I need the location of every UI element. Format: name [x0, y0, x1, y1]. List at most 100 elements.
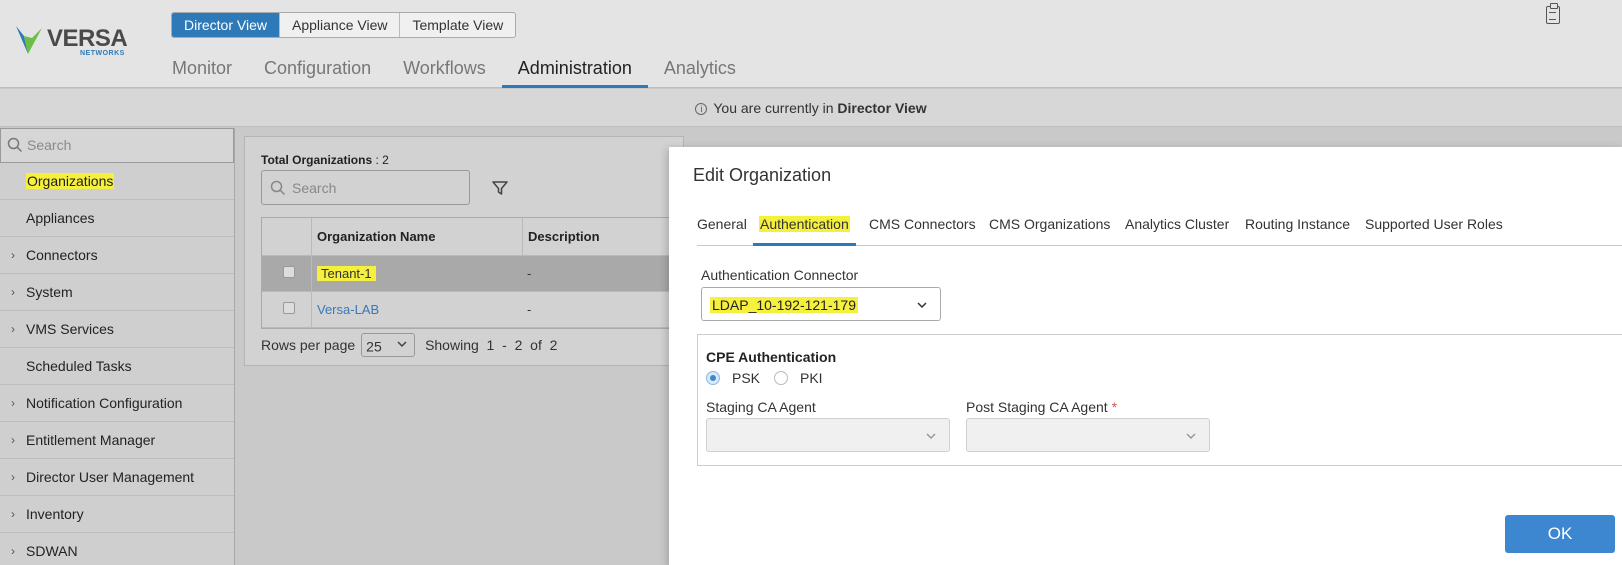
- rows-per-page-select[interactable]: 25: [361, 333, 416, 357]
- table-row[interactable]: Tenant-1 -: [262, 256, 691, 292]
- sidebar-item-inventory[interactable]: › Inventory: [0, 496, 234, 533]
- filter-icon[interactable]: [491, 179, 509, 197]
- row-checkbox[interactable]: [283, 302, 295, 314]
- post-staging-ca-agent-select[interactable]: [966, 418, 1210, 452]
- tab-authentication-label: Authentication: [759, 216, 850, 232]
- tab-routing-instance[interactable]: Routing Instance: [1245, 209, 1350, 246]
- table-row[interactable]: Versa-LAB -: [262, 292, 691, 328]
- sidebar-item-label: Organizations: [26, 173, 115, 189]
- rows-per-page-label: Rows per page: [261, 337, 356, 353]
- search-icon: [7, 137, 23, 153]
- radio-psk[interactable]: PSK: [706, 370, 760, 386]
- chevron-right-icon: ›: [11, 248, 15, 262]
- edit-organization-modal: Edit Organization General Authentication…: [669, 147, 1622, 565]
- sidebar-item-label: Scheduled Tasks: [26, 358, 132, 374]
- main-nav: Monitor Configuration Workflows Administ…: [170, 56, 752, 88]
- rows-per-page-value: 25: [366, 338, 382, 355]
- tab-general[interactable]: General: [697, 209, 747, 246]
- radio-pki[interactable]: PKI: [774, 370, 823, 386]
- showing-dash: -: [502, 337, 507, 353]
- sidebar-item-appliances[interactable]: Appliances: [0, 200, 234, 237]
- sidebar-item-label: Inventory: [26, 506, 84, 522]
- sidebar-item-director-user-management[interactable]: › Director User Management: [0, 459, 234, 496]
- required-indicator: *: [1111, 399, 1118, 415]
- sidebar-item-entitlement-manager[interactable]: › Entitlement Manager: [0, 422, 234, 459]
- auth-connector-select[interactable]: LDAP_10-192-121-179: [701, 287, 941, 321]
- org-name-link[interactable]: Versa-LAB: [317, 292, 379, 328]
- tab-cms-organizations[interactable]: CMS Organizations: [989, 209, 1110, 246]
- sidebar-search-placeholder: Search: [27, 137, 72, 153]
- tab-cms-connectors[interactable]: CMS Connectors: [869, 209, 976, 246]
- tab-analytics-cluster[interactable]: Analytics Cluster: [1125, 209, 1229, 246]
- org-name-cell[interactable]: Tenant-1: [317, 256, 376, 292]
- tab-supported-user-roles[interactable]: Supported User Roles: [1365, 209, 1503, 246]
- brand-sub: NETWORKS: [80, 50, 125, 57]
- row-checkbox[interactable]: [283, 266, 295, 278]
- admin-sidebar: Search Organizations Appliances › Connect…: [0, 128, 235, 565]
- nav-configuration[interactable]: Configuration: [248, 56, 387, 88]
- sidebar-item-scheduled-tasks[interactable]: Scheduled Tasks: [0, 348, 234, 385]
- nav-analytics[interactable]: Analytics: [648, 56, 752, 88]
- info-prefix: You are currently in: [713, 100, 834, 116]
- showing-total: 2: [549, 337, 558, 353]
- sidebar-search-input[interactable]: Search: [0, 128, 234, 163]
- versa-logo-mark: [16, 26, 42, 54]
- chevron-right-icon: ›: [11, 285, 15, 299]
- chevron-down-icon: [926, 433, 936, 440]
- sidebar-item-label: Entitlement Manager: [26, 432, 156, 448]
- sidebar-item-organizations[interactable]: Organizations: [0, 163, 234, 200]
- nav-monitor[interactable]: Monitor: [170, 56, 248, 88]
- radio-pki-label: PKI: [800, 370, 823, 386]
- radio-dot: [774, 371, 788, 385]
- view-info-bar: i You are currently in Director View: [0, 89, 1622, 127]
- showing-of: of: [530, 337, 542, 353]
- sidebar-item-notification-configuration[interactable]: › Notification Configuration: [0, 385, 234, 422]
- sidebar-item-label: Notification Configuration: [26, 395, 183, 411]
- org-name: Tenant-1: [317, 266, 376, 281]
- template-view-tab[interactable]: Template View: [399, 13, 515, 37]
- modal-title: Edit Organization: [693, 165, 832, 185]
- column-header-description[interactable]: Description: [522, 218, 600, 256]
- director-view-tab[interactable]: Director View: [172, 13, 279, 37]
- showing-to: 2: [514, 337, 523, 353]
- sidebar-item-sdwan[interactable]: › SDWAN: [0, 533, 234, 565]
- brand-name: VERSA: [47, 25, 128, 52]
- info-icon: i: [695, 103, 708, 115]
- pagination: Rows per page 25 Showing 1 - 2 of 2: [261, 333, 557, 357]
- org-description-cell: -: [527, 266, 532, 281]
- chevron-right-icon: ›: [11, 433, 15, 447]
- chevron-right-icon: ›: [11, 544, 15, 558]
- chevron-down-icon: [1186, 433, 1196, 440]
- nav-administration[interactable]: Administration: [501, 56, 648, 88]
- cpe-authentication-section: CPE Authentication PSK PKI Staging CA Ag…: [697, 334, 1622, 466]
- sidebar-item-label: Director User Management: [26, 469, 195, 485]
- row-select-cell: [262, 256, 312, 291]
- sidebar-item-vms-services[interactable]: › VMS Services: [0, 311, 234, 348]
- total-organizations: Total Organizations : 2: [261, 153, 389, 167]
- nav-workflows[interactable]: Workflows: [387, 56, 502, 88]
- auth-connector-value: LDAP_10-192-121-179: [710, 297, 858, 313]
- search-icon: [270, 180, 286, 196]
- appliance-view-tab[interactable]: Appliance View: [279, 13, 399, 37]
- post-staging-ca-agent-label: Post Staging CA Agent *: [966, 399, 1117, 415]
- showing-from: 1: [486, 337, 495, 353]
- chevron-right-icon: ›: [11, 507, 15, 521]
- clipboard-icon[interactable]: [1546, 3, 1560, 24]
- info-view-name: Director View: [837, 100, 927, 116]
- total-sep: :: [372, 153, 383, 167]
- sidebar-item-system[interactable]: › System: [0, 274, 234, 311]
- staging-ca-agent-select[interactable]: [706, 418, 950, 452]
- sidebar-item-connectors[interactable]: › Connectors: [0, 237, 234, 274]
- versa-logo[interactable]: VERSA NETWORKS: [14, 22, 134, 58]
- radio-psk-label: PSK: [732, 370, 761, 386]
- ok-button[interactable]: OK: [1505, 515, 1615, 553]
- column-header-organization-name[interactable]: Organization Name: [317, 218, 435, 256]
- chevron-right-icon: ›: [11, 470, 15, 484]
- org-search-placeholder: Search: [292, 180, 337, 196]
- tab-authentication[interactable]: Authentication: [753, 209, 856, 246]
- sidebar-item-label: Connectors: [26, 247, 98, 263]
- modal-tabs: General Authentication CMS Connectors CM…: [697, 209, 1622, 246]
- radio-dot: [706, 371, 720, 385]
- organization-search-input[interactable]: Search: [261, 170, 470, 205]
- organizations-panel: Total Organizations : 2 Search Organizat…: [244, 136, 691, 366]
